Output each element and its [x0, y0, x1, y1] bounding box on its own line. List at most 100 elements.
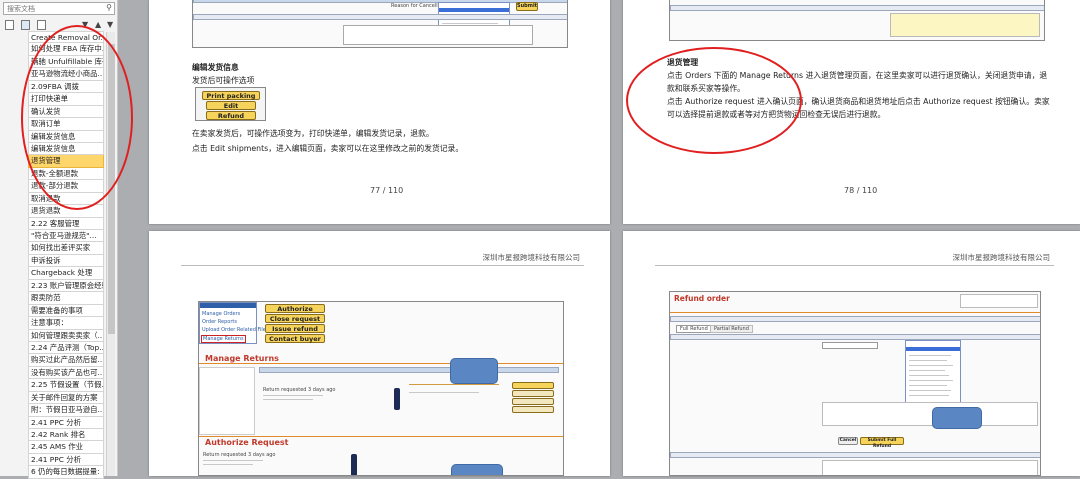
contact-buyer-image: Contact buyer [265, 334, 325, 343]
menu-order-reports: Order Reports [202, 319, 237, 325]
outline-item[interactable]: 退货管理 [28, 155, 104, 168]
outline-item[interactable]: "符合亚马逊规范"... [28, 230, 104, 243]
page-number: 78 / 110 [844, 186, 878, 195]
close-request-image: Close request [265, 314, 325, 323]
outline-item[interactable]: 2.45 AMS 作业 [28, 441, 104, 454]
refund-order-title: Refund order [674, 294, 730, 303]
menu-manage-returns: Manage Returns [201, 335, 246, 343]
outline-item[interactable]: 如何管理跟卖卖家（... [28, 329, 104, 342]
outline-item[interactable]: 2.09FBA 调拨 [28, 80, 104, 94]
edit-shipments-image: Edit shipments [206, 101, 256, 119]
heading-edit-shipment: 编辑发货信息 [192, 63, 239, 72]
contact-small-image [512, 406, 554, 413]
page-80: 深圳市星报跨境科技有限公司 Refund order Full Refund P… [623, 231, 1080, 476]
submit-button-image: Submit [516, 2, 538, 11]
callout-bubble [450, 358, 498, 384]
screenshot-refund-order: Refund order Full Refund Partial Refund … [669, 291, 1041, 476]
outline-item[interactable]: 辆驰 Unfulfillable 库存 [28, 55, 104, 69]
orders-menu-image: Manage Orders Order Reports Upload Order… [199, 302, 268, 344]
outline-item[interactable]: 如何找出差评买家 [28, 242, 104, 255]
screenshot-notes-form [669, 0, 1045, 41]
collapse-icon[interactable]: ▼ [82, 20, 88, 29]
print-packing-slip-image: Print packing slip [202, 91, 260, 109]
paragraph-authorize: 点击 Authorize request 进入确认页面，确认退货商品和退货地址后… [667, 97, 1050, 119]
cancel-button-image: Cancel [838, 437, 858, 445]
notes-bar [670, 5, 1044, 11]
outline-item[interactable]: 2.25 节假设置（节假... [28, 379, 104, 392]
order-id-bar [670, 316, 1040, 322]
search-box[interactable]: ⚲ [3, 2, 115, 15]
callout-bubble [451, 464, 503, 475]
return-row-2: Return requested 3 days ago [203, 452, 276, 458]
authorize-request-title: Authorize Request [205, 438, 289, 447]
text-after-ship: 发货后可操作选项 [192, 76, 255, 85]
menu-upload-files: Upload Order Related Files [202, 327, 269, 333]
search-icon[interactable]: ⚲ [106, 3, 112, 12]
outline-item[interactable]: 打印快递单 [28, 93, 104, 106]
outline-item[interactable]: 退款-部分退款 [28, 180, 104, 193]
outline-item[interactable]: 取消订单 [28, 118, 104, 131]
outline-item[interactable]: 没有购买该产品也可... [28, 366, 104, 380]
refund-order-image: Refund order [206, 111, 256, 120]
outline-item[interactable]: 编辑发货信息 [28, 130, 104, 143]
screenshot-ship-buttons: Print packing slip Edit shipments Refund… [195, 87, 266, 121]
paragraph-manage-returns: 点击 Orders 下面的 Manage Returns 进入退货管理页面，在这… [667, 71, 1048, 93]
outline-scrollbar[interactable] [106, 32, 115, 476]
outline-item[interactable]: 2.41 PPC 分析 [28, 416, 104, 429]
headings-view-icon[interactable] [5, 20, 14, 30]
screenshot-manage-returns: Manage Orders Order Reports Upload Order… [198, 301, 564, 476]
results-view-icon[interactable] [37, 20, 46, 30]
outline-item[interactable]: 如何处理 FBA 库存中... [28, 43, 104, 56]
outline-item[interactable]: Create Removal Or... [28, 31, 104, 44]
notes-bar [193, 14, 567, 20]
callout-bubble [932, 407, 982, 429]
scroll-down-icon[interactable]: ▼ [107, 20, 113, 29]
screenshot-cancel-form: Reason for Cancellation Submit [192, 0, 568, 48]
nav-toolbar: ▼ ▲ ▼ [3, 18, 115, 32]
outline-item[interactable]: 退货退款 [28, 205, 104, 218]
outline-item[interactable]: 2.24 产品评测（Top... [28, 341, 104, 355]
outline-item[interactable]: 2.42 Rank 排名 [28, 429, 104, 442]
page-77: Reason for Cancellation Submit 编辑发货信息 发货… [149, 0, 610, 224]
outline-item[interactable]: 申诉投诉 [28, 254, 104, 268]
outline-item[interactable]: 6 仍的每日数据提量: [28, 466, 104, 479]
outline-item[interactable]: 关于邮件回复的方案 [28, 391, 104, 405]
filter-bar [259, 367, 559, 373]
outline-item[interactable]: 注意事项： [28, 317, 104, 330]
outline-item[interactable]: 确认发货 [28, 105, 104, 119]
outline-item[interactable]: 附：节假日亚马逊自... [28, 404, 104, 417]
form-header-bar [193, 0, 567, 3]
filter-panel-image [199, 367, 255, 435]
outline-item[interactable]: 2.23 账户管理原会经验 [28, 279, 104, 293]
header-rule [181, 265, 584, 266]
page-number: 77 / 110 [370, 186, 404, 195]
outline-item[interactable]: Chargeback 处理 [28, 267, 104, 280]
page-header: 深圳市星报跨境科技有限公司 [952, 253, 1051, 262]
pages-view-icon[interactable] [21, 20, 30, 30]
scroll-up-icon[interactable]: ▲ [95, 20, 101, 29]
search-input[interactable] [4, 3, 100, 14]
refund-small-image [512, 398, 554, 405]
header-rule [655, 265, 1054, 266]
outline-item[interactable]: 编辑发货信息 [28, 142, 104, 156]
menu-manage-orders: Manage Orders [202, 311, 241, 317]
outline-item[interactable]: 2.22 客服管理 [28, 217, 104, 230]
submit-full-refund-image: Submit Full Refund [860, 437, 904, 449]
outline-item[interactable]: 2.41 PPC 分析 [28, 453, 104, 467]
outline-item[interactable]: 取消退款 [28, 192, 104, 206]
return-row-1: Return requested 3 days ago [263, 387, 336, 393]
outline-item[interactable]: 退款-全额退款 [28, 167, 104, 181]
outline-item[interactable]: 需要准备的事项 [28, 304, 104, 318]
scrollbar-thumb[interactable] [108, 44, 115, 334]
authorize-small-image [512, 382, 554, 389]
outline-item[interactable]: 跟卖防范 [28, 292, 104, 305]
outline-list: Create Removal Or... 如何处理 FBA 库存中... 辆驰 Un… [28, 31, 104, 479]
authorize-request-image: Authorize request [265, 304, 325, 322]
partial-refund-tab: Partial Refund [710, 325, 753, 333]
page-79: 深圳市星报跨境科技有限公司 Manage Orders Order Report… [149, 231, 610, 476]
outline-item[interactable]: 购买过此产品然后留... [28, 354, 104, 367]
page-78: 退货管理 点击 Orders 下面的 Manage Returns 进入退货管理… [623, 0, 1080, 224]
navigation-pane: ⚲ ▼ ▲ ▼ Create Removal Or...如何处理 FBA 库存中… [0, 0, 118, 479]
outline-item[interactable]: 亚马逊物流经小商品... [28, 68, 104, 81]
full-refund-tab: Full Refund [676, 325, 712, 333]
